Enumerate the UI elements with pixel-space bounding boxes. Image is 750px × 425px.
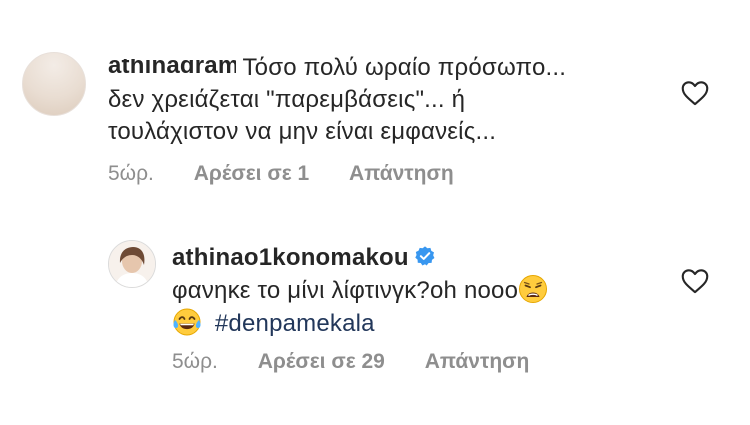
weary-face-emoji bbox=[519, 275, 548, 303]
tears-of-joy-emoji bbox=[173, 308, 201, 336]
hashtag-link[interactable]: #denpamekala bbox=[215, 310, 375, 337]
comment-text-line-1: Τόσο πολύ ωραίο πρόσωπο... bbox=[242, 54, 567, 81]
heart-outline-icon[interactable] bbox=[681, 268, 709, 294]
comment-username[interactable]: athinaqram bbox=[108, 59, 236, 73]
comment-text: athinaqram Τόσο πολύ ωραίο πρόσωπο... δε… bbox=[108, 52, 566, 148]
avatar[interactable] bbox=[108, 240, 156, 288]
comment-meta: 5ώρ. Αρέσει σε 29 Απάντηση bbox=[172, 350, 563, 374]
verified-badge-icon bbox=[415, 246, 435, 266]
avatar-photo bbox=[109, 241, 155, 287]
comment-text: athinao1konomakou φανηκε το μίνι λίφτινγ… bbox=[172, 242, 548, 340]
likes-count-link[interactable]: Αρέσει σε 29 bbox=[258, 350, 385, 373]
reply-button[interactable]: Απάντηση bbox=[425, 350, 530, 373]
comment-text-line-2: δεν χρειάζεται "παρεμβάσεις"... ή bbox=[108, 86, 466, 113]
heart-outline-icon[interactable] bbox=[681, 80, 709, 106]
reply-button[interactable]: Απάντηση bbox=[349, 162, 454, 185]
comment-text-line-3: τουλάχιστον να μην είναι εμφανείς... bbox=[108, 118, 497, 145]
comment-text-line-1: φανηκε το μίνι λίφτινγκ?oh nooo bbox=[172, 277, 519, 304]
comment-time: 5ώρ. bbox=[108, 162, 154, 185]
avatar[interactable] bbox=[22, 52, 86, 116]
comment-username[interactable]: athinao1konomakou bbox=[172, 244, 409, 271]
comment-meta: 5ώρ. Αρέσει σε 1 Απάντηση bbox=[108, 162, 488, 186]
likes-count-link[interactable]: Αρέσει σε 1 bbox=[194, 162, 309, 185]
comment-time: 5ώρ. bbox=[172, 350, 218, 373]
